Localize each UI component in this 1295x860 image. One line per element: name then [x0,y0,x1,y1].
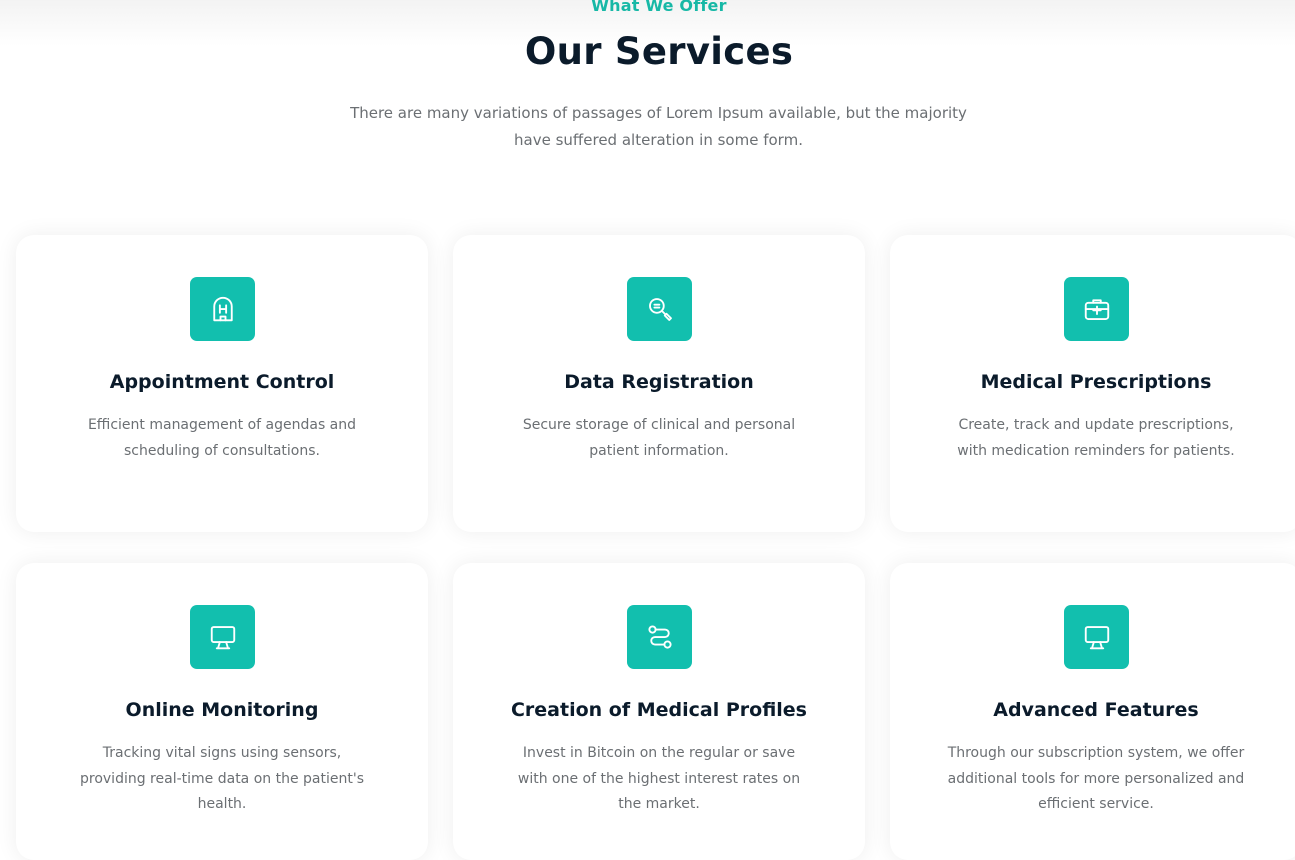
route-icon [627,605,692,669]
service-card-advanced-features[interactable]: Advanced Features Through our subscripti… [890,563,1295,860]
monitor-icon [1064,605,1129,669]
service-card-data-registration[interactable]: Data Registration Secure storage of clin… [453,235,865,532]
service-description: Through our subscription system, we offe… [947,745,1245,812]
magnifier-icon [627,277,692,341]
service-description: Create, track and update prescriptions, … [957,417,1235,459]
section-title: Our Services [524,30,794,73]
section-eyebrow: What We Offer [591,0,727,15]
service-card-online-monitoring[interactable]: Online Monitoring Tracking vital signs u… [16,563,428,860]
service-title: Creation of Medical Profiles [510,699,807,721]
service-card-medical-profiles[interactable]: Creation of Medical Profiles Invest in B… [453,563,865,860]
service-title: Online Monitoring [125,699,319,721]
medical-kit-icon [1064,277,1129,341]
service-title: Medical Prescriptions [980,371,1212,393]
service-card-medical-prescriptions[interactable]: Medical Prescriptions Create, track and … [890,235,1295,532]
monitor-icon [190,605,255,669]
service-title: Advanced Features [993,699,1199,721]
hospital-icon [190,277,255,341]
service-description: Secure storage of clinical and personal … [522,417,796,459]
service-description: Invest in Bitcoin on the regular or save… [517,745,801,812]
service-description: Efficient management of agendas and sche… [87,417,357,459]
service-title: Appointment Control [109,371,335,393]
service-description: Tracking vital signs using sensors, prov… [80,745,364,812]
section-subtitle: There are many variations of passages of… [350,104,967,149]
service-card-appointment-control[interactable]: Appointment Control Efficient management… [16,235,428,532]
service-title: Data Registration [564,371,754,393]
